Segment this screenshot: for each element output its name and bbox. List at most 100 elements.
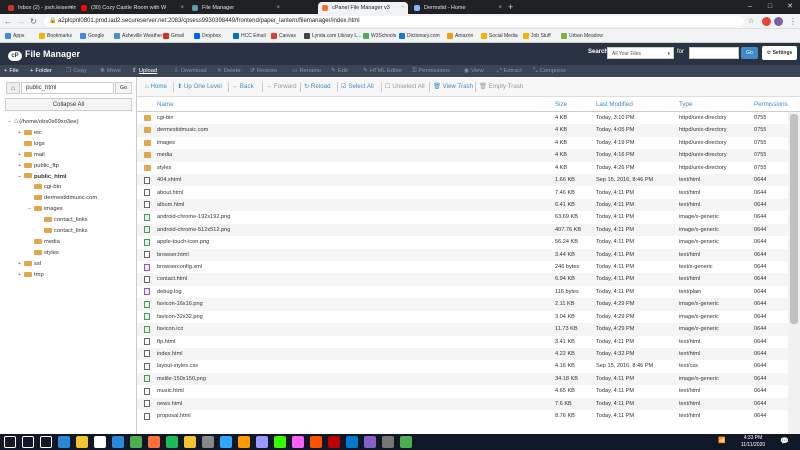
store-icon[interactable] — [94, 436, 106, 448]
bookmark-item[interactable]: Social Media — [480, 29, 518, 43]
table-row[interactable]: debug.log 116 bytes Today, 4:11 PM text/pla… — [137, 286, 788, 298]
table-row[interactable]: android-chrome-192x192.png 63.69 KB Today,… — [137, 211, 788, 223]
unselect-all-action[interactable]: ☐ Unselect All — [385, 77, 425, 97]
scrollbar-thumb[interactable] — [790, 114, 798, 324]
dreamweaver-icon[interactable] — [274, 436, 286, 448]
extension-icon[interactable] — [762, 17, 771, 26]
bookmark-item[interactable]: Gmail — [162, 29, 184, 43]
table-row[interactable]: apple-touch-icon.png 56.24 KB Today, 4:11 … — [137, 236, 788, 248]
animate-icon[interactable] — [310, 436, 322, 448]
file-explorer-icon[interactable] — [76, 436, 88, 448]
filezilla-icon[interactable] — [328, 436, 340, 448]
tree-node[interactable]: contact_links — [38, 226, 88, 236]
table-row[interactable]: android-chrome-512x512.png 407.76 KB Today… — [137, 223, 788, 237]
table-row[interactable]: ftp.html 3.41 KB Today, 4:11 PM text/html 06… — [137, 336, 788, 348]
profile-avatar-icon[interactable] — [774, 17, 783, 26]
browser-tab[interactable]: Inbox (2) - josh.leisenring@gmail× — [4, 2, 76, 14]
view-button[interactable]: ◉ View — [464, 65, 484, 77]
bookmark-item[interactable]: Apps — [4, 29, 24, 43]
table-row[interactable]: dermestidmusic.com 4 KB Today, 4:05 PM http… — [137, 124, 788, 137]
tree-node[interactable]: – public_html — [18, 172, 67, 182]
tree-node[interactable]: styles — [28, 248, 59, 258]
browser-tab[interactable]: (30) Cozy Castle Room with W × — [77, 2, 187, 14]
back-action[interactable]: ← Back — [232, 77, 254, 97]
mail-icon[interactable] — [112, 436, 124, 448]
tree-node[interactable]: logs — [18, 139, 45, 149]
spotify-icon[interactable] — [166, 436, 178, 448]
bookmark-item[interactable]: W3Schools — [362, 29, 396, 43]
bookmark-item[interactable]: HCC Email — [232, 29, 266, 43]
bookmark-item[interactable]: Canvas — [270, 29, 296, 43]
app-icon[interactable] — [202, 436, 214, 448]
table-row[interactable]: favicon-16x16.png 2.11 KB Today, 4:29 PM im… — [137, 298, 788, 311]
tree-node[interactable]: dermestidmusic.com — [28, 193, 97, 203]
close-window-icon[interactable]: ✕ — [780, 0, 800, 14]
maximize-icon[interactable]: □ — [760, 0, 780, 14]
new-tab-button[interactable]: + — [508, 1, 513, 13]
edit-button[interactable]: ✎ Edit — [331, 65, 348, 77]
visualstudio-icon[interactable] — [364, 436, 376, 448]
path-go-button[interactable]: Go — [115, 82, 132, 94]
close-icon[interactable]: × — [180, 2, 184, 14]
task-view-icon[interactable] — [40, 436, 52, 448]
tree-node[interactable]: + ssl — [18, 259, 41, 269]
forward-arrow-icon[interactable]: → — [17, 16, 25, 27]
restore-button[interactable]: ↺ Restore — [250, 65, 277, 77]
new-file-button[interactable]: + File — [4, 65, 19, 77]
settings-button[interactable]: ⚙ Settings — [762, 46, 797, 60]
column-last-modified[interactable]: Last Modified — [596, 97, 633, 112]
browser-tab[interactable]: File Manager × — [188, 2, 283, 14]
permissions-button[interactable]: ⚿ Permissions — [412, 65, 450, 77]
download-button[interactable]: ⇩ Download — [174, 65, 207, 77]
rename-button[interactable]: ▭ Rename — [292, 65, 321, 77]
app2-icon[interactable] — [382, 436, 394, 448]
chrome-icon[interactable] — [130, 436, 142, 448]
table-row[interactable]: styles 4 KB Today, 4:26 PM httpd/unix-direc… — [137, 162, 788, 174]
close-icon[interactable]: × — [401, 2, 405, 14]
table-row[interactable]: contact.html 6.94 KB Today, 4:11 PM text/ht… — [137, 273, 788, 286]
table-row[interactable]: browserconfig.xml 246 bytes Today, 4:11 PM… — [137, 261, 788, 273]
system-clock[interactable]: 4:33 PM 11/11/2020 — [733, 435, 773, 449]
table-row[interactable]: favicon-32x32.png 3.04 KB Today, 4:29 PM im… — [137, 311, 788, 323]
table-row[interactable]: index.html 4.22 KB Today, 4:32 PM text/html… — [137, 347, 788, 361]
table-row[interactable]: proposal.html 8.76 KB Today, 4:11 PM text/h… — [137, 410, 788, 422]
search-scope-select[interactable]: All Your Files ▾ — [607, 47, 674, 59]
forward-action[interactable]: → Forward — [266, 77, 297, 97]
premiere-icon[interactable] — [256, 436, 268, 448]
tree-node[interactable]: + public_ftp — [18, 161, 59, 171]
menu-kebab-icon[interactable]: ⋮ — [789, 16, 797, 27]
table-row[interactable]: cgi-bin 4 KB Today, 3:10 PM httpd/unix-dire… — [137, 112, 788, 124]
table-row[interactable]: favicon.ico 11.73 KB Today, 4:29 PM image/x… — [137, 323, 788, 336]
firefox-icon[interactable] — [148, 436, 160, 448]
tree-node[interactable]: + tmp — [18, 270, 44, 280]
upload-button[interactable]: ⇧ Upload — [132, 65, 157, 77]
bookmark-star-icon[interactable]: ☆ — [748, 16, 754, 27]
close-icon[interactable]: × — [69, 2, 73, 14]
column-type[interactable]: Type — [679, 97, 692, 112]
bookmark-item[interactable]: Google — [79, 29, 104, 43]
bookmark-item[interactable]: Asheville Weather — [113, 29, 162, 43]
minimize-icon[interactable]: – — [740, 0, 760, 14]
back-arrow-icon[interactable]: ← — [4, 16, 12, 27]
network-icon[interactable]: 📶 — [718, 437, 725, 444]
photoshop-icon[interactable] — [220, 436, 232, 448]
extract-button[interactable]: ⤢ Extract — [497, 65, 522, 77]
file-list-scrollbar[interactable] — [788, 112, 800, 434]
column-size[interactable]: Size — [555, 97, 567, 112]
edge-icon[interactable] — [58, 436, 70, 448]
column-name[interactable]: Name — [157, 97, 174, 112]
table-row[interactable]: news.html 7.6 KB Today, 4:11 PM text/html 06… — [137, 397, 788, 411]
up-one-level-action[interactable]: ⬆ Up One Level — [177, 77, 222, 97]
bookmark-item[interactable]: Bookmarks — [38, 29, 72, 43]
tree-node[interactable]: – ⌂(/home/obs0s69xo3ee) — [8, 117, 79, 127]
bookmark-item[interactable]: Dictionary.com — [398, 29, 440, 43]
app-title[interactable]: cP File Manager — [8, 46, 80, 62]
collapse-all-button[interactable]: Collapse All — [5, 98, 132, 111]
copy-button[interactable]: ❐ Copy — [66, 65, 87, 77]
reload-action[interactable]: ↻ Reload — [304, 77, 331, 97]
compress-button[interactable]: ⤡ Compress — [533, 65, 566, 77]
bookmark-item[interactable]: Job Stuff — [522, 29, 551, 43]
table-row[interactable]: music.html 4.65 KB Today, 4:11 PM text/html… — [137, 385, 788, 397]
xd-icon[interactable] — [292, 436, 304, 448]
browser-tab[interactable]: Dermstid - Home × — [410, 2, 505, 14]
